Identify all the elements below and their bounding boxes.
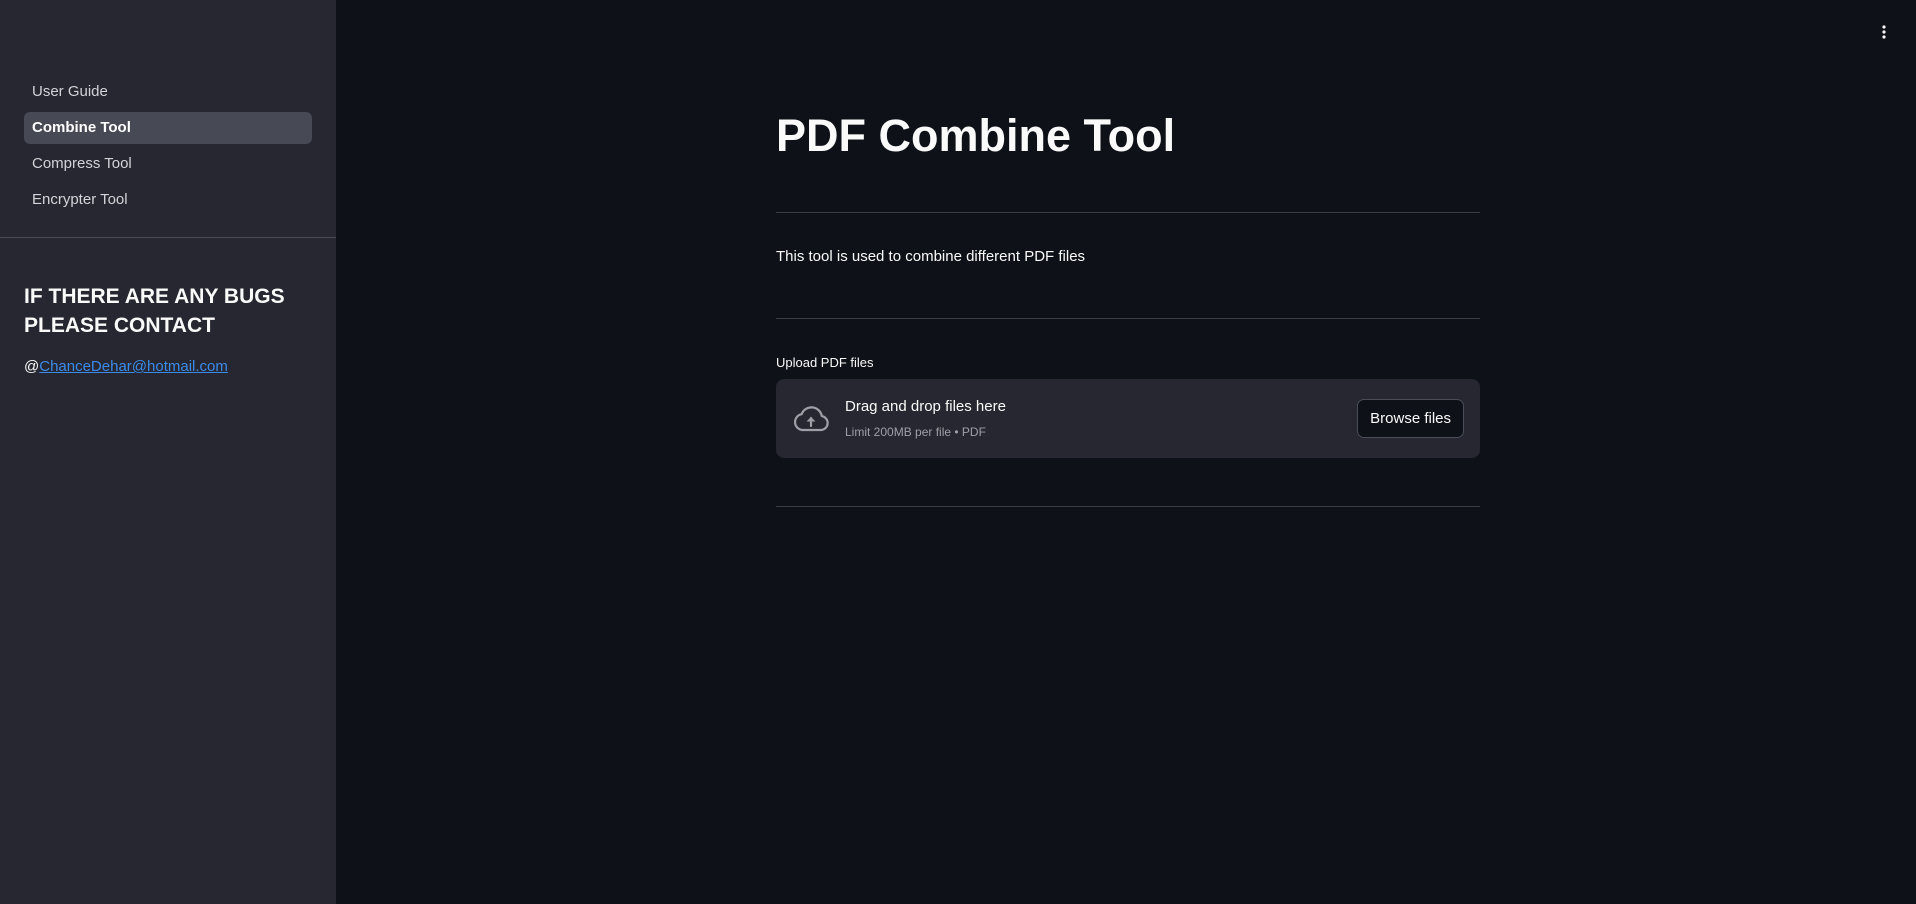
divider-bottom bbox=[776, 506, 1480, 507]
contact-line: @ChanceDehar@hotmail.com bbox=[24, 358, 228, 375]
dropzone-title: Drag and drop files here bbox=[845, 398, 1006, 415]
contact-email-link[interactable]: ChanceDehar@hotmail.com bbox=[39, 358, 228, 375]
sidebar-item-combine-tool[interactable]: Combine Tool bbox=[24, 112, 312, 144]
app-root: User Guide Combine Tool Compress Tool En… bbox=[0, 0, 1916, 904]
tool-description: This tool is used to combine different P… bbox=[776, 248, 1086, 265]
sidebar-divider bbox=[0, 237, 336, 238]
sidebar-item-user-guide[interactable]: User Guide bbox=[24, 76, 312, 108]
contact-heading: IF THERE ARE ANY BUGS PLEASE CONTACT bbox=[24, 285, 285, 337]
main-menu-button[interactable] bbox=[1872, 20, 1896, 44]
sidebar-item-encrypter-tool[interactable]: Encrypter Tool bbox=[24, 184, 312, 216]
divider-top bbox=[776, 212, 1480, 213]
divider-middle bbox=[776, 318, 1480, 319]
dropzone-subtitle: Limit 200MB per file • PDF bbox=[845, 425, 986, 439]
sidebar: User Guide Combine Tool Compress Tool En… bbox=[0, 0, 336, 904]
sidebar-item-compress-tool[interactable]: Compress Tool bbox=[24, 148, 312, 180]
browse-files-button[interactable]: Browse files bbox=[1357, 399, 1464, 438]
cloud-upload-icon bbox=[793, 406, 829, 432]
contact-prefix: @ bbox=[24, 358, 40, 375]
file-dropzone[interactable]: Drag and drop files here Limit 200MB per… bbox=[776, 379, 1480, 458]
page-title: PDF Combine Tool bbox=[776, 110, 1176, 161]
upload-label: Upload PDF files bbox=[776, 355, 874, 370]
vertical-dots-icon bbox=[1882, 25, 1886, 39]
sidebar-nav: User Guide Combine Tool Compress Tool En… bbox=[0, 0, 336, 216]
